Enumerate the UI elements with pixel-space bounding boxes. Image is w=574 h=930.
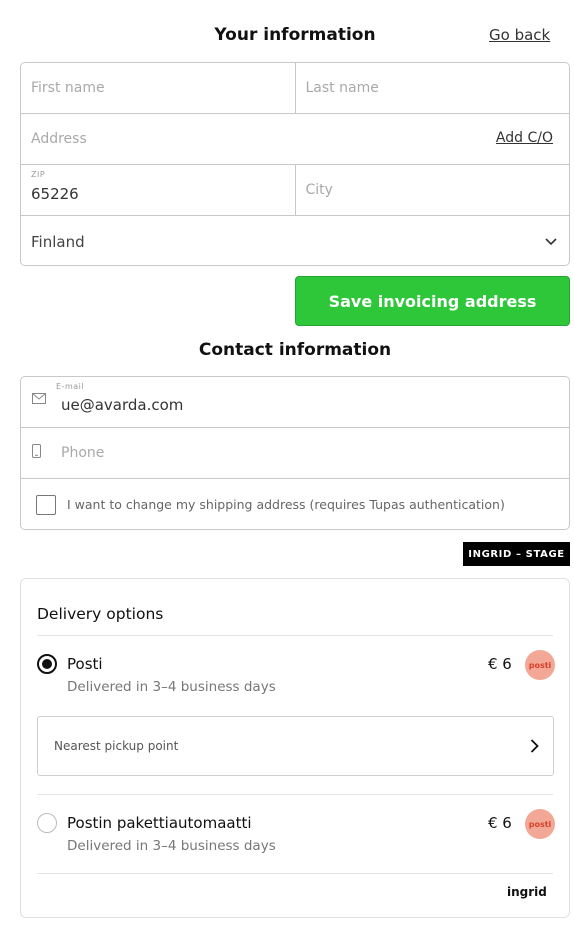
divider <box>37 635 553 636</box>
option-subtitle: Delivered in 3–4 business days <box>67 838 276 854</box>
posti-logo: posti <box>525 650 555 680</box>
save-invoicing-address-button[interactable]: Save invoicing address <box>295 276 570 326</box>
zip-label: ZIP <box>31 170 46 179</box>
address-placeholder: Address <box>31 131 87 147</box>
email-label: E-mail <box>56 382 85 391</box>
phone-row: Phone <box>21 428 569 479</box>
option-price: € 6 <box>488 814 512 832</box>
divider <box>37 794 553 795</box>
shipping-row: I want to change my shipping address (re… <box>21 479 569 529</box>
address-row: Address Add C/O <box>21 114 569 165</box>
ingrid-logo: ingrid <box>507 885 547 899</box>
delivery-option-posti[interactable]: Posti Delivered in 3–4 business days € 6… <box>37 650 555 699</box>
address-field[interactable]: Address <box>21 114 569 164</box>
contact-title: Contact information <box>198 340 392 360</box>
stage-badge: INGRID – STAGE <box>463 542 570 566</box>
phone-field[interactable]: Phone <box>21 428 569 478</box>
option-price: € 6 <box>488 655 512 673</box>
delivery-option-pakettiautomaatti[interactable]: Postin pakettiautomaatti Delivered in 3–… <box>37 809 555 858</box>
radio-unselected[interactable] <box>37 813 57 833</box>
add-co-link[interactable]: Add C/O <box>496 130 553 146</box>
delivery-title: Delivery options <box>37 605 164 623</box>
country-row: Finland <box>21 216 569 265</box>
city-placeholder: City <box>305 182 333 198</box>
pickup-point-selector[interactable]: Nearest pickup point <box>37 716 554 776</box>
first-name-field[interactable]: First name <box>21 63 295 113</box>
shipping-checkbox-cell[interactable]: I want to change my shipping address (re… <box>21 479 569 529</box>
chevron-down-icon <box>545 237 557 245</box>
page-title: Your information <box>214 25 376 45</box>
mail-icon <box>32 393 46 404</box>
phone-icon <box>32 444 41 458</box>
email-value: ue@avarda.com <box>61 396 184 414</box>
country-value: Finland <box>31 232 85 251</box>
name-row: First name Last name <box>21 63 569 114</box>
posti-logo: posti <box>525 809 555 839</box>
divider <box>37 873 553 874</box>
option-subtitle: Delivered in 3–4 business days <box>67 679 276 695</box>
first-name-placeholder: First name <box>31 80 105 96</box>
option-name: Postin pakettiautomaatti <box>67 814 252 832</box>
phone-placeholder: Phone <box>61 445 105 461</box>
radio-selected[interactable] <box>37 654 57 674</box>
country-select[interactable]: Finland <box>21 216 569 265</box>
city-field[interactable]: City <box>294 165 570 215</box>
zip-field[interactable]: ZIP 65226 <box>21 165 295 215</box>
pickup-label: Nearest pickup point <box>54 739 179 753</box>
go-back-link[interactable]: Go back <box>489 26 550 44</box>
last-name-field[interactable]: Last name <box>294 63 570 113</box>
delivery-options-panel: Delivery options Posti Delivered in 3–4 … <box>20 578 570 918</box>
chevron-right-icon <box>530 739 539 753</box>
shipping-checkbox-label: I want to change my shipping address (re… <box>67 497 505 512</box>
zip-city-row: ZIP 65226 City <box>21 165 569 216</box>
zip-value: 65226 <box>31 185 79 203</box>
contact-form: E-mail ue@avarda.com Phone I want to cha… <box>20 376 570 530</box>
option-name: Posti <box>67 655 103 673</box>
shipping-checkbox[interactable] <box>36 494 56 515</box>
email-row: E-mail ue@avarda.com <box>21 377 569 428</box>
last-name-placeholder: Last name <box>305 80 379 96</box>
address-form: First name Last name Address Add C/O ZIP… <box>20 62 570 266</box>
email-field[interactable]: E-mail ue@avarda.com <box>21 377 569 427</box>
